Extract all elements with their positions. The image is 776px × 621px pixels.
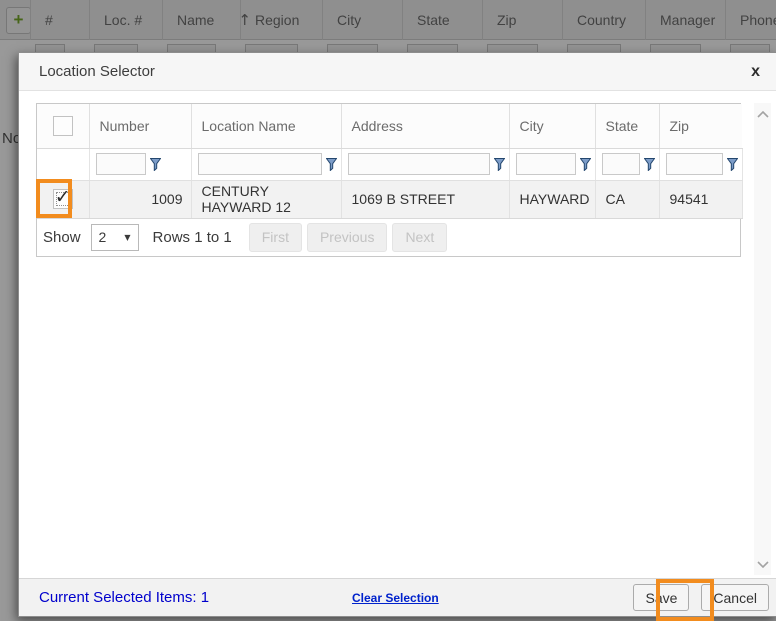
dropdown-caret-icon: ▼ <box>124 233 130 242</box>
cell-zip: 94541 <box>659 180 742 218</box>
next-page-button[interactable]: Next <box>392 223 447 252</box>
checkmark-icon: ✓ <box>55 186 71 208</box>
cell-city: HAYWARD <box>509 180 595 218</box>
clear-selection-link[interactable]: Clear Selection <box>352 591 439 605</box>
page-size-dropdown[interactable]: 2 ▼ <box>91 224 139 251</box>
filter-funnel-icon[interactable] <box>644 158 655 171</box>
filter-funnel-icon[interactable] <box>580 158 591 171</box>
cell-location-name: CENTURY HAYWARD 12 <box>191 180 341 218</box>
rows-range-label: Rows 1 to 1 <box>153 229 232 246</box>
close-icon[interactable]: x <box>751 64 760 80</box>
location-selector-dialog: Location Selector x Number Location Name… <box>18 52 776 617</box>
filter-funnel-icon[interactable] <box>494 158 505 171</box>
previous-page-button[interactable]: Previous <box>307 223 387 252</box>
filter-funnel-icon[interactable] <box>150 158 161 171</box>
show-label: Show <box>43 229 81 246</box>
location-row[interactable]: ✓ 1009 CENTURY HAYWARD 12 1069 B STREET … <box>37 180 742 218</box>
col-header-number: Number <box>89 104 191 148</box>
cancel-button[interactable]: Cancel <box>701 584 769 611</box>
col-header-zip: Zip <box>659 104 742 148</box>
selected-items-count: Current Selected Items: 1 <box>39 589 209 606</box>
grid-header-row: Number Location Name Address City State … <box>37 104 742 148</box>
filter-input-location-name[interactable] <box>198 153 322 175</box>
col-header-location-name: Location Name <box>191 104 341 148</box>
scroll-down-icon[interactable] <box>756 557 769 571</box>
filter-input-zip[interactable] <box>666 153 723 175</box>
vertical-scrollbar[interactable] <box>754 103 771 575</box>
dialog-title: Location Selector <box>39 63 155 80</box>
filter-input-city[interactable] <box>516 153 576 175</box>
dialog-titlebar: Location Selector x <box>19 53 776 91</box>
filter-input-address[interactable] <box>348 153 490 175</box>
location-grid: Number Location Name Address City State … <box>36 103 741 257</box>
col-header-address: Address <box>341 104 509 148</box>
filter-funnel-icon[interactable] <box>727 158 738 171</box>
filter-input-number[interactable] <box>96 153 146 175</box>
save-button[interactable]: Save <box>633 584 689 611</box>
grid-pagination: Show 2 ▼ Rows 1 to 1 First Previous Next <box>37 219 740 256</box>
col-header-state: State <box>595 104 659 148</box>
cell-address: 1069 B STREET <box>341 180 509 218</box>
scroll-up-icon[interactable] <box>756 107 769 121</box>
page-size-value: 2 <box>99 229 107 245</box>
first-page-button[interactable]: First <box>249 223 302 252</box>
filter-funnel-icon[interactable] <box>326 158 337 171</box>
select-all-checkbox[interactable] <box>53 116 73 136</box>
cell-number: 1009 <box>89 180 191 218</box>
screen: + # Loc. # Name↑ Region City State Zip C… <box>0 0 776 621</box>
row-checkbox[interactable]: ✓ <box>53 189 73 209</box>
col-header-city: City <box>509 104 595 148</box>
filter-input-state[interactable] <box>602 153 640 175</box>
cell-state: CA <box>595 180 659 218</box>
grid-filter-row <box>37 148 742 180</box>
dialog-footer: Current Selected Items: 1 Clear Selectio… <box>19 578 776 616</box>
